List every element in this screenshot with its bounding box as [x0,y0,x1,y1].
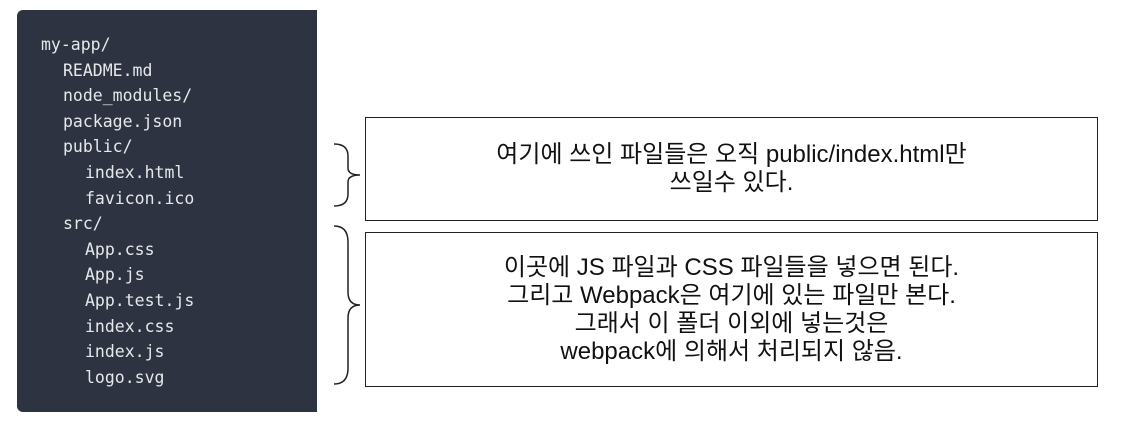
tree-item: README.md [63,60,153,80]
tree-item: node_modules/ [63,86,193,106]
file-tree-panel: my-app/README.md node_modules/package.jso… [17,10,317,412]
tree-item: App.css [85,239,155,259]
tree-item: favicon.ico [85,188,195,208]
src-note-line-1: 이곳에 JS 파일과 CSS 파일들을 넣으면 된다. [503,253,960,281]
src-note-line-2: 그리고 Webpack은 여기에 있는 파일만 본다. [507,281,956,309]
tree-item: index.js [85,342,165,362]
src-brace [333,225,361,385]
tree-item: App.js [85,265,145,285]
public-note-box: 여기에 쓰인 파일들은 오직 public/index.html만 쓰일수 있다… [365,117,1098,221]
tree-item: index.css [85,316,175,336]
src-note-line-3: 그래서 이 폴더 이외에 넣는것은 [574,309,889,337]
tree-item: package.json [63,111,183,131]
tree-item: public/ [63,137,133,157]
public-note-line-1: 여기에 쓰인 파일들은 오직 public/index.html만 [496,141,967,168]
src-note-box: 이곳에 JS 파일과 CSS 파일들을 넣으면 된다. 그리고 Webpack은… [365,232,1098,387]
tree-item: index.html [85,163,185,182]
src-note-line-4: webpack에 의해서 처리되지 않음. [560,337,903,365]
public-brace [333,143,361,207]
tree-item: src/ [63,214,103,234]
tree-item: my-app/ [41,35,111,54]
public-note-line-2: 쓰일수 있다. [669,169,794,196]
tree-item: logo.svg [85,367,165,387]
tree-item: App.test.js [85,291,195,310]
